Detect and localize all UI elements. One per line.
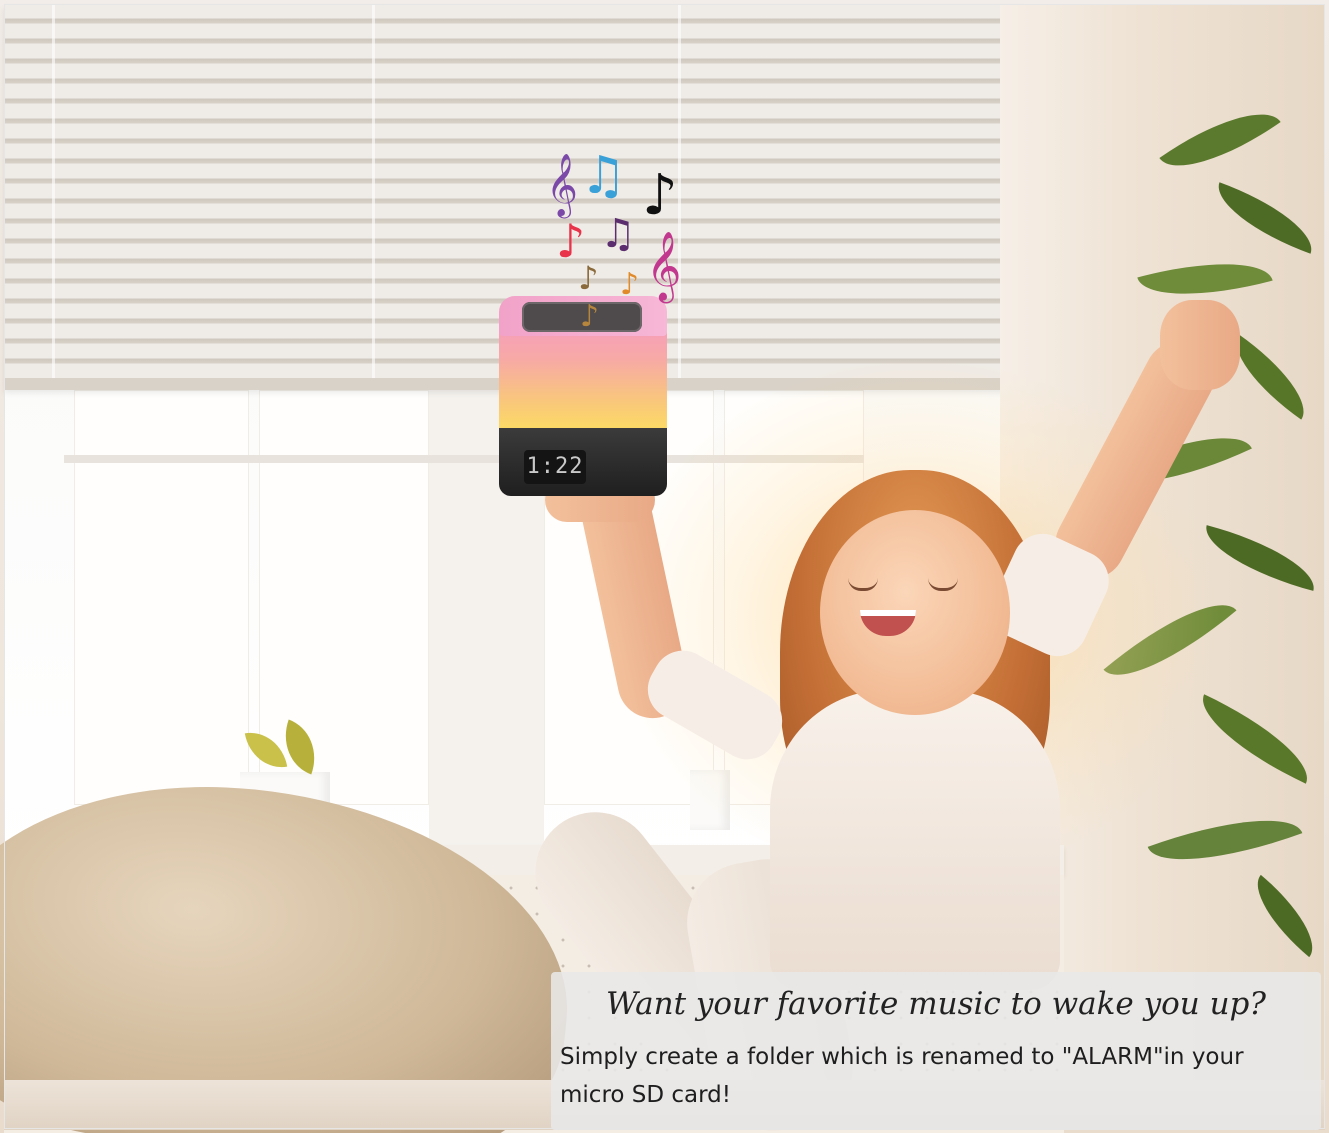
image-border [4, 4, 1325, 1129]
photo-scene: 1:22 𝄞 ♫ ♪ ♪ ♫ 𝄞 ♪ ♪ ♪ Want your favorit… [0, 0, 1329, 1133]
